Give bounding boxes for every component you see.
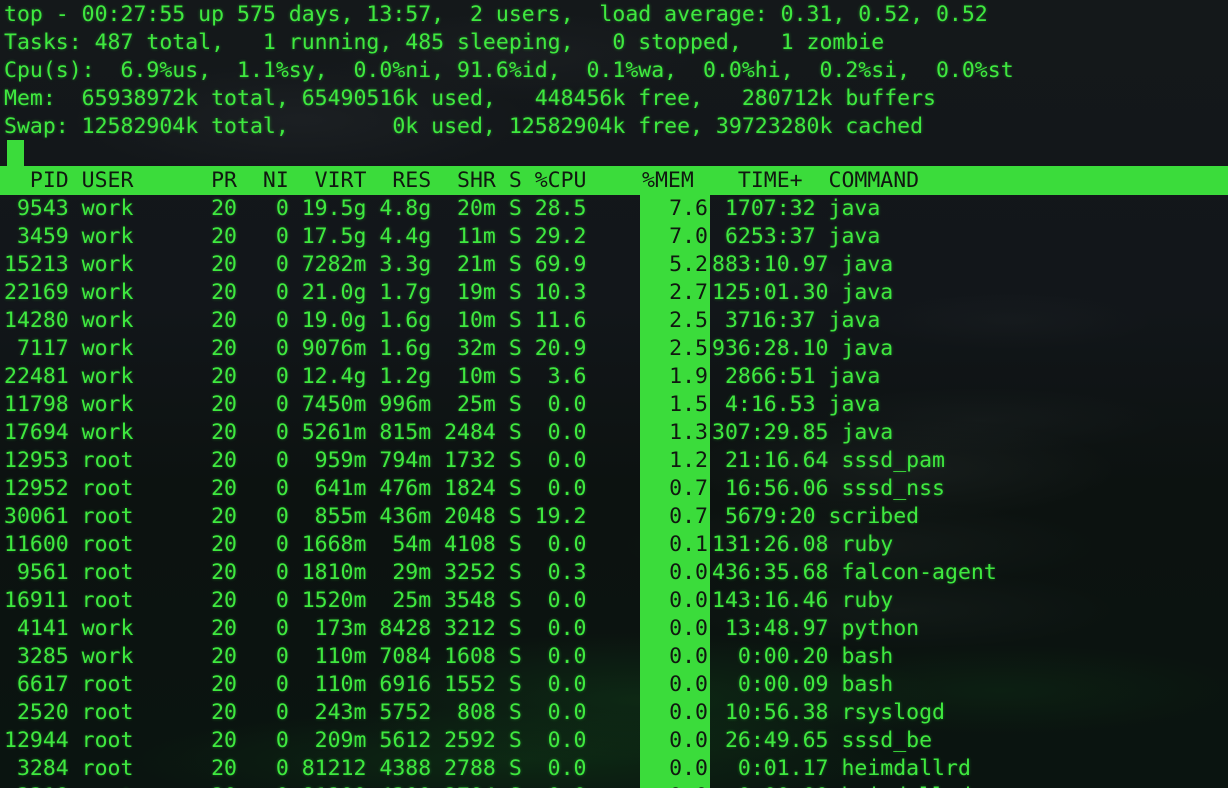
row-mem-cell: 0.7: [640, 503, 710, 531]
table-row: 12952 root 20 0 641m 476m 1824 S 0.0 0.7 …: [0, 475, 1228, 503]
row-mem-cell: 0.0: [640, 643, 710, 671]
row-right-columns: 10:56.38 rsyslogd: [712, 700, 945, 725]
row-right-columns: 936:28.10 java: [712, 336, 894, 361]
row-right-columns: 16:56.06 sssd_nss: [712, 476, 945, 501]
summary-line-mem: Mem: 65938972k total, 65490516k used, 44…: [4, 86, 936, 111]
row-mem-cell: 0.0: [640, 783, 710, 788]
row-left-columns: 22481 work 20 0 12.4g 1.2g 10m S 3.6: [4, 364, 587, 389]
row-left-columns: 16911 root 20 0 1520m 25m 3548 S 0.0: [4, 588, 587, 613]
row-mem-cell: 0.0: [640, 587, 710, 615]
row-left-columns: 4141 work 20 0 173m 8428 3212 S 0.0: [4, 616, 587, 641]
table-row: 15213 work 20 0 7282m 3.3g 21m S 69.9 5.2…: [0, 251, 1228, 279]
table-row: 11798 work 20 0 7450m 996m 25m S 0.0 1.5 …: [0, 391, 1228, 419]
row-right-columns: 883:10.97 java: [712, 252, 894, 277]
column-headers-right: TIME+ COMMAND: [712, 168, 920, 193]
row-right-columns: 13:48.97 python: [712, 616, 920, 641]
row-mem-cell: 0.7: [640, 475, 710, 503]
row-mem-cell: 0.0: [640, 615, 710, 643]
table-row: 3285 work 20 0 110m 7084 1608 S 0.0 0.0 0…: [0, 643, 1228, 671]
row-mem-cell: 1.9: [640, 363, 710, 391]
column-headers-left: PID USER PR NI VIRT RES SHR S %CPU: [4, 168, 587, 193]
row-left-columns: 3284 root 20 0 81212 4388 2788 S 0.0: [4, 756, 587, 781]
table-row: 22169 work 20 0 21.0g 1.7g 19m S 10.3 2.7…: [0, 279, 1228, 307]
table-column-header-bar[interactable]: PID USER PR NI VIRT RES SHR S %CPU %MEM …: [0, 166, 1228, 195]
row-left-columns: 6617 root 20 0 110m 6916 1552 S 0.0: [4, 672, 587, 697]
row-right-columns: 0:00.20 bash: [712, 644, 894, 669]
row-mem-cell: 7.6: [640, 195, 710, 223]
table-row: 9543 work 20 0 19.5g 4.8g 20m S 28.5 7.6 …: [0, 195, 1228, 223]
row-left-columns: 22169 work 20 0 21.0g 1.7g 19m S 10.3: [4, 280, 587, 305]
row-left-columns: 12944 root 20 0 209m 5612 2592 S 0.0: [4, 728, 587, 753]
row-right-columns: 0:01.17 heimdallrd: [712, 756, 971, 781]
row-left-columns: 9561 root 20 0 1810m 29m 3252 S 0.3: [4, 560, 587, 585]
table-row: 16911 root 20 0 1520m 25m 3548 S 0.0 0.0 1…: [0, 587, 1228, 615]
row-right-columns: 436:35.68 falcon-agent: [712, 560, 997, 585]
table-row: 12944 root 20 0 209m 5612 2592 S 0.0 0.0 …: [0, 727, 1228, 755]
summary-line-uptime: top - 00:27:55 up 575 days, 13:57, 2 use…: [4, 2, 988, 27]
row-right-columns: 131:26.08 ruby: [712, 532, 894, 557]
row-mem-cell: 2.7: [640, 279, 710, 307]
table-row: 4141 work 20 0 173m 8428 3212 S 0.0 0.0 1…: [0, 615, 1228, 643]
row-mem-cell: 2.5: [640, 335, 710, 363]
table-row: 12953 root 20 0 959m 794m 1732 S 0.0 1.2 …: [0, 447, 1228, 475]
row-left-columns: 7117 work 20 0 9076m 1.6g 32m S 20.9: [4, 336, 587, 361]
row-right-columns: 307:29.85 java: [712, 420, 894, 445]
table-row: 11600 root 20 0 1668m 54m 4108 S 0.0 0.1 1…: [0, 531, 1228, 559]
summary-line-tasks: Tasks: 487 total, 1 running, 485 sleepin…: [4, 30, 885, 55]
row-left-columns: 11600 root 20 0 1668m 54m 4108 S 0.0: [4, 532, 587, 557]
row-mem-cell: 1.3: [640, 419, 710, 447]
row-mem-cell: 2.5: [640, 307, 710, 335]
row-mem-cell: 1.2: [640, 447, 710, 475]
process-table: 9543 work 20 0 19.5g 4.8g 20m S 28.5 7.6 …: [0, 195, 1228, 788]
row-right-columns: 26:49.65 sssd_be: [712, 728, 933, 753]
row-right-columns: 125:01.30 java: [712, 280, 894, 305]
row-mem-cell: 0.0: [640, 699, 710, 727]
table-row: 14280 work 20 0 19.0g 1.6g 10m S 11.6 2.5…: [0, 307, 1228, 335]
row-right-columns: 3716:37 java: [712, 308, 881, 333]
row-mem-cell: 0.0: [640, 559, 710, 587]
row-left-columns: 12953 root 20 0 959m 794m 1732 S 0.0: [4, 448, 587, 473]
summary-line-swap: Swap: 12582904k total, 0k used, 12582904…: [4, 114, 924, 139]
table-row: 6617 root 20 0 110m 6916 1552 S 0.0 0.0 0…: [0, 671, 1228, 699]
row-right-columns: 5679:20 scribed: [712, 504, 920, 529]
row-mem-cell: 0.1: [640, 531, 710, 559]
row-mem-cell: 0.0: [640, 755, 710, 783]
row-left-columns: 15213 work 20 0 7282m 3.3g 21m S 69.9: [4, 252, 587, 277]
row-right-columns: 143:16.46 ruby: [712, 588, 894, 613]
table-row: 17694 work 20 0 5261m 815m 2484 S 0.0 1.3…: [0, 419, 1228, 447]
row-mem-cell: 7.0: [640, 223, 710, 251]
table-row: 9561 root 20 0 1810m 29m 3252 S 0.3 0.0 43…: [0, 559, 1228, 587]
table-row: 7117 work 20 0 9076m 1.6g 32m S 20.9 2.5 9…: [0, 335, 1228, 363]
row-right-columns: 21:16.64 sssd_pam: [712, 448, 945, 473]
table-row: 3318 root 20 0 81200 4300 2704 S 0.00.0 …: [0, 783, 1228, 788]
row-left-columns: 11798 work 20 0 7450m 996m 25m S 0.0: [4, 392, 587, 417]
row-right-columns: 0:00.09 bash: [712, 672, 894, 697]
row-left-columns: 9543 work 20 0 19.5g 4.8g 20m S 28.5: [4, 196, 587, 221]
row-left-columns: 2520 root 20 0 243m 5752 808 S 0.0: [4, 700, 587, 725]
row-mem-cell: 0.0: [640, 727, 710, 755]
row-left-columns: 17694 work 20 0 5261m 815m 2484 S 0.0: [4, 420, 587, 445]
row-left-columns: 14280 work 20 0 19.0g 1.6g 10m S 11.6: [4, 308, 587, 333]
row-left-columns: 3459 work 20 0 17.5g 4.4g 11m S 29.2: [4, 224, 587, 249]
table-row: 30061 root 20 0 855m 436m 2048 S 19.2 0.7…: [0, 503, 1228, 531]
row-left-columns: 3318 root 20 0 81200 4300 2704 S 0.0: [4, 783, 587, 788]
table-row: 3459 work 20 0 17.5g 4.4g 11m S 29.2 7.0 …: [0, 223, 1228, 251]
row-left-columns: 3285 work 20 0 110m 7084 1608 S 0.0: [4, 644, 587, 669]
table-row: 3284 root 20 0 81212 4388 2788 S 0.0 0.0 …: [0, 755, 1228, 783]
row-right-columns: 1707:32 java: [712, 196, 881, 221]
row-left-columns: 30061 root 20 0 855m 436m 2048 S 19.2: [4, 504, 587, 529]
row-right-columns: 4:16.53 java: [712, 392, 881, 417]
row-right-columns: 6253:37 java: [712, 224, 881, 249]
table-row: 2520 root 20 0 243m 5752 808 S 0.0 0.0 10…: [0, 699, 1228, 727]
column-header-mem[interactable]: %MEM: [642, 166, 694, 195]
row-mem-cell: 0.0: [640, 671, 710, 699]
row-right-columns: 0:00.00 heimdallrd: [712, 783, 971, 788]
row-mem-cell: 5.2: [640, 251, 710, 279]
row-mem-cell: 1.5: [640, 391, 710, 419]
row-left-columns: 12952 root 20 0 641m 476m 1824 S 0.0: [4, 476, 587, 501]
row-right-columns: 2866:51 java: [712, 364, 881, 389]
summary-line-cpu: Cpu(s): 6.9%us, 1.1%sy, 0.0%ni, 91.6%id,…: [4, 58, 1014, 83]
table-row: 22481 work 20 0 12.4g 1.2g 10m S 3.6 1.9 …: [0, 363, 1228, 391]
terminal-window[interactable]: top - 00:27:55 up 575 days, 13:57, 2 use…: [0, 0, 1228, 788]
